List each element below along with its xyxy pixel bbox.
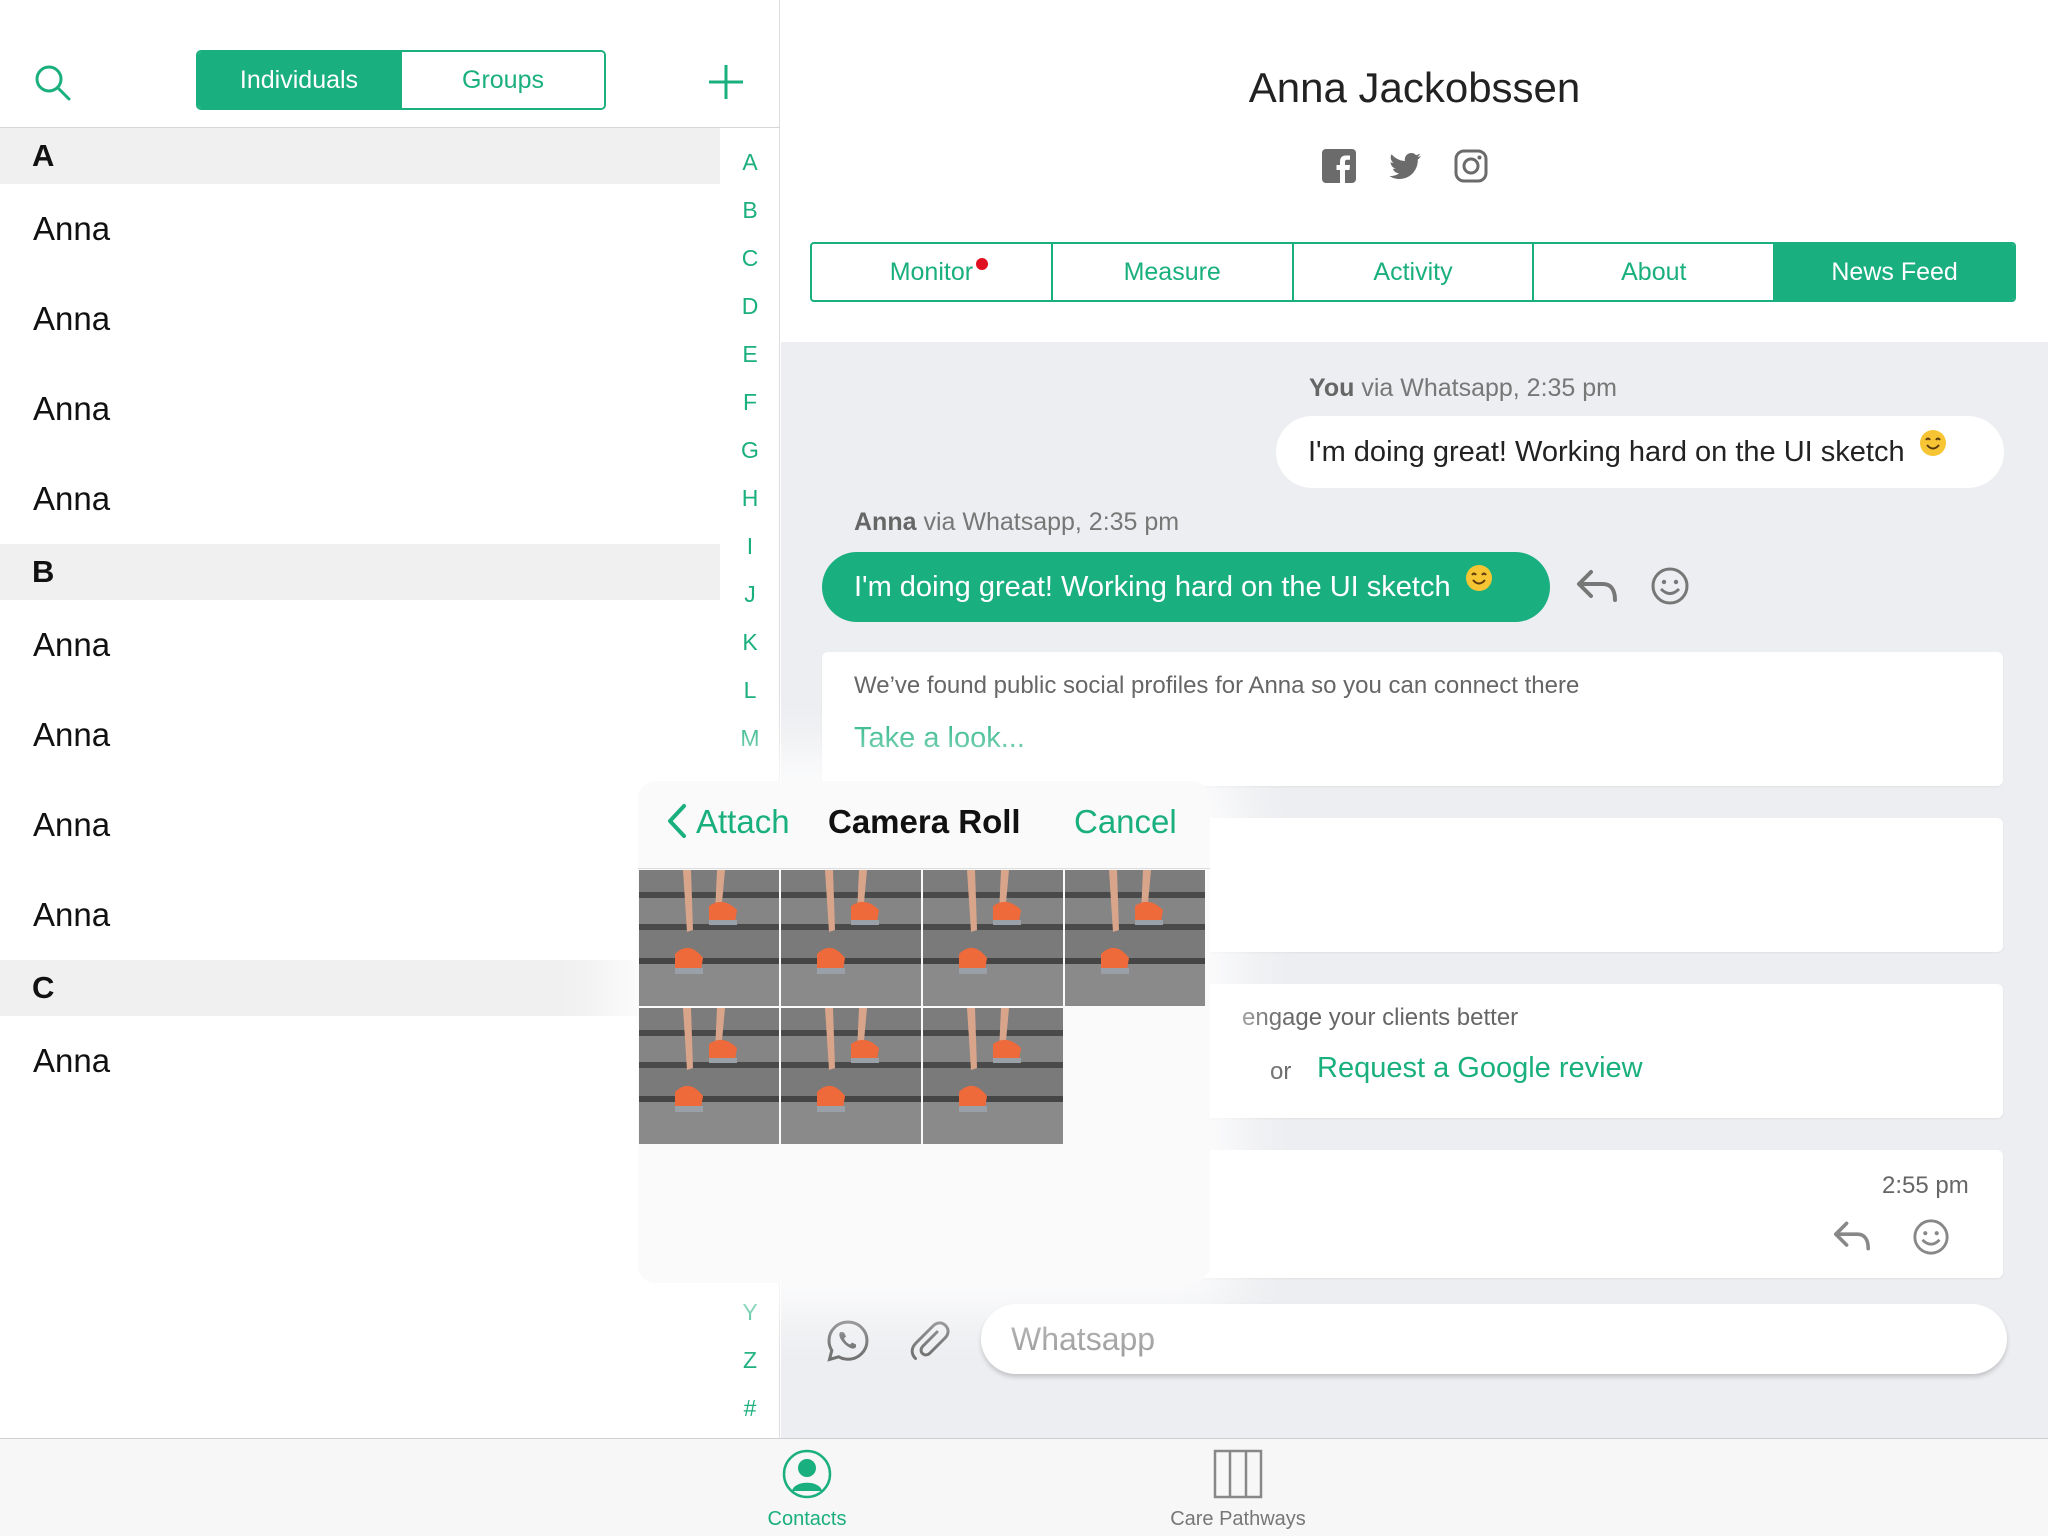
card-text: We’ve found public social profiles for A…	[854, 672, 1580, 699]
message-meta: Anna via Whatsapp, 2:35 pm	[854, 508, 1179, 537]
alphabet-index[interactable]: A B C D E F G H I J K L M	[720, 142, 780, 766]
tabbar-care-pathways-label: Care Pathways	[1170, 1508, 1306, 1530]
contact-name: Anna Jackobssen	[1248, 64, 1581, 111]
smiling-emoji-icon	[1919, 430, 1946, 456]
add-contact-icon[interactable]	[706, 62, 746, 102]
contacts-toolbar: Individuals Groups	[0, 0, 780, 128]
profile-tabs: Monitor Measure Activity About News Feed	[810, 242, 2016, 302]
photo-thumbnail[interactable]	[639, 1008, 779, 1144]
contact-row[interactable]: Anna	[0, 184, 720, 274]
popover-title: Camera Roll	[828, 803, 1021, 840]
contact-row[interactable]: Anna	[0, 274, 720, 364]
incoming-message-bubble[interactable]: I'm doing great! Working hard on the UI …	[822, 552, 1550, 622]
instagram-icon[interactable]	[1453, 148, 1489, 184]
index-letter[interactable]: E	[720, 334, 780, 382]
photo-thumbnail[interactable]	[781, 1008, 921, 1144]
tab-measure[interactable]: Measure	[1050, 244, 1292, 300]
tab-news-feed[interactable]: News Feed	[1773, 244, 2014, 300]
whatsapp-icon[interactable]	[825, 1318, 871, 1364]
contact-row[interactable]: Anna	[0, 1016, 720, 1106]
section-header-b: B	[0, 544, 720, 600]
outgoing-message-bubble[interactable]: I'm doing great! Working hard on the UI …	[1276, 416, 2004, 488]
emoji-react-icon[interactable]	[1912, 1218, 1950, 1256]
message-meta: You via Whatsapp, 2:35 pm	[1309, 374, 1617, 403]
index-letter[interactable]: I	[720, 526, 780, 574]
alphabet-index-tail[interactable]: Y Z #	[720, 1292, 780, 1436]
tabbar-contacts[interactable]: Contacts	[707, 1449, 907, 1531]
index-letter[interactable]: L	[720, 670, 780, 718]
card-or-text: or	[1270, 1058, 1292, 1085]
message-channel-time: via Whatsapp, 2:35 pm	[916, 508, 1180, 536]
contact-list: A Anna Anna Anna Anna B Anna Anna Anna A…	[0, 128, 720, 1106]
message-text: I'm doing great! Working hard on the UI …	[854, 571, 1451, 603]
reply-icon[interactable]	[1575, 566, 1619, 606]
index-letter[interactable]: Y	[720, 1292, 780, 1340]
individuals-segment[interactable]: Individuals	[198, 52, 400, 108]
tabbar-care-pathways[interactable]: Care Pathways	[1138, 1449, 1338, 1531]
camera-roll-popover: Attach Camera Roll Cancel	[638, 781, 1210, 1283]
index-letter[interactable]: Z	[720, 1340, 780, 1388]
photo-thumbnail[interactable]	[1065, 870, 1205, 1006]
index-letter[interactable]: A	[720, 142, 780, 190]
section-header-a: A	[0, 128, 720, 184]
care-pathways-columns-icon	[1213, 1449, 1263, 1499]
chevron-left-icon	[668, 804, 686, 838]
attach-back-button[interactable]: Attach	[666, 803, 790, 841]
cancel-button[interactable]: Cancel	[1074, 803, 1177, 841]
attach-back-label: Attach	[696, 803, 790, 840]
index-letter[interactable]: B	[720, 190, 780, 238]
contact-row[interactable]: Anna	[0, 870, 720, 960]
contact-row[interactable]: Anna	[0, 690, 720, 780]
tab-about[interactable]: About	[1532, 244, 1773, 300]
groups-segment[interactable]: Groups	[400, 52, 604, 108]
monitor-alert-dot	[976, 258, 988, 270]
take-a-look-link[interactable]: Take a look...	[854, 722, 1025, 755]
index-letter[interactable]: #	[720, 1388, 780, 1436]
contacts-person-icon	[782, 1449, 832, 1499]
profile-header: Anna Jackobssen Monitor Measure Activity…	[781, 0, 2048, 342]
card-timestamp: 2:55 pm	[1882, 1172, 1969, 1199]
attachment-paperclip-icon[interactable]	[907, 1318, 953, 1364]
tabbar-contacts-label: Contacts	[767, 1508, 847, 1530]
index-letter[interactable]: G	[720, 430, 780, 478]
emoji-react-icon[interactable]	[1650, 566, 1690, 606]
reply-icon[interactable]	[1832, 1218, 1872, 1254]
message-sender: You	[1309, 374, 1355, 402]
tab-monitor-label: Monitor	[889, 257, 974, 286]
index-letter[interactable]: J	[720, 574, 780, 622]
photo-thumbnail[interactable]	[639, 870, 779, 1006]
index-letter[interactable]: D	[720, 286, 780, 334]
card-text: engage your clients better	[1242, 1004, 1519, 1031]
contact-row[interactable]: Anna	[0, 780, 720, 870]
index-letter[interactable]: K	[720, 622, 780, 670]
photo-thumbnail[interactable]	[923, 870, 1063, 1006]
tab-activity[interactable]: Activity	[1291, 244, 1533, 300]
photo-thumbnail[interactable]	[923, 1008, 1063, 1144]
twitter-icon[interactable]	[1387, 148, 1423, 184]
social-profiles-card: We’ve found public social profiles for A…	[822, 652, 2003, 786]
index-letter[interactable]: C	[720, 238, 780, 286]
contact-row[interactable]: Anna	[0, 364, 720, 454]
index-letter[interactable]: M	[720, 718, 780, 766]
contacts-segmented-control: Individuals Groups	[196, 50, 606, 110]
message-text: I'm doing great! Working hard on the UI …	[1308, 436, 1905, 468]
section-header-c: C	[0, 960, 720, 1016]
index-letter[interactable]: F	[720, 382, 780, 430]
request-google-review-link[interactable]: Request a Google review	[1317, 1052, 1643, 1085]
tab-monitor[interactable]: Monitor	[812, 244, 1051, 300]
photo-thumbnail[interactable]	[781, 870, 921, 1006]
message-channel-time: via Whatsapp, 2:35 pm	[1354, 374, 1618, 402]
smiling-emoji-icon	[1465, 565, 1492, 591]
contact-row[interactable]: Anna	[0, 600, 720, 690]
contact-row[interactable]: Anna	[0, 454, 720, 544]
popover-header: Attach Camera Roll Cancel	[638, 781, 1210, 869]
index-letter[interactable]: H	[720, 478, 780, 526]
message-sender: Anna	[854, 508, 917, 536]
message-input[interactable]: Whatsapp	[981, 1304, 2007, 1374]
bottom-tab-bar: Contacts Care Pathways	[0, 1438, 2048, 1536]
search-icon[interactable]	[32, 62, 72, 102]
facebook-icon[interactable]	[1321, 148, 1357, 184]
